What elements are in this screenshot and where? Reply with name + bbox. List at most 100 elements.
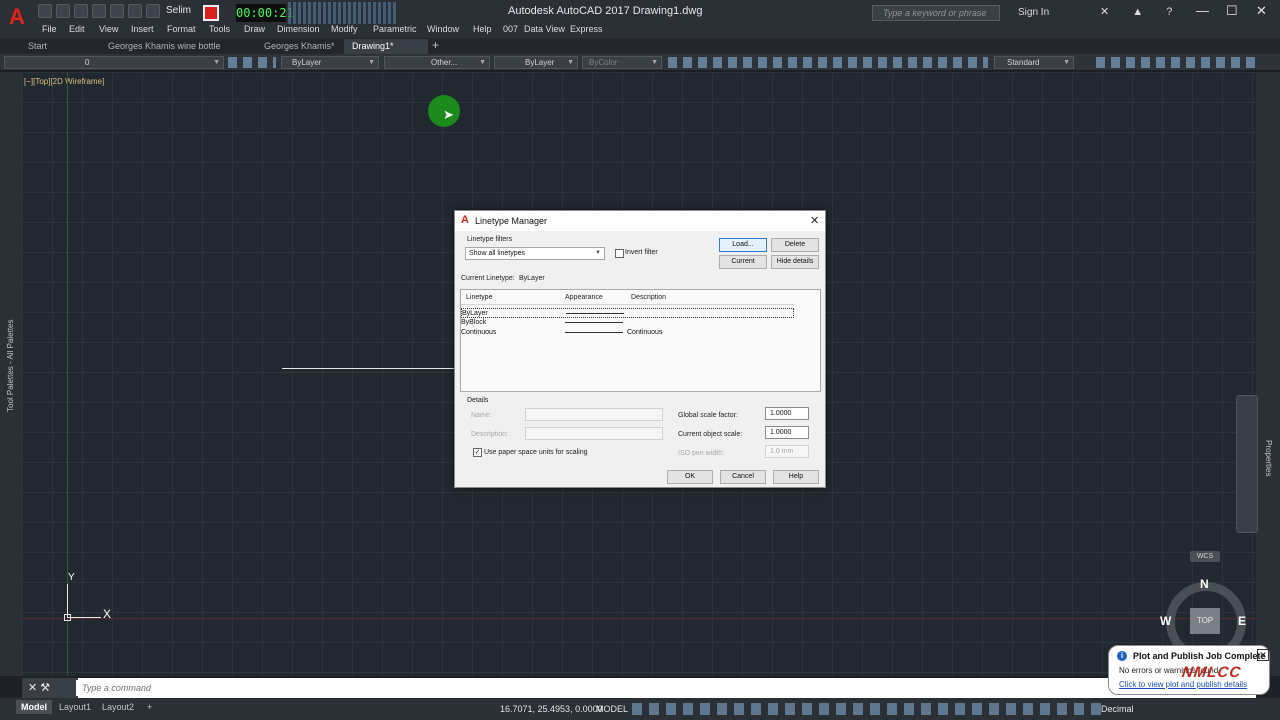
- mouse-pointer-icon: ➤: [443, 107, 454, 122]
- cancel-button[interactable]: Cancel: [720, 470, 766, 484]
- lineweight-dropdown[interactable]: ByLayer ▼: [494, 56, 578, 69]
- tool-palettes-label: Tool Palettes - All Palettes: [6, 319, 15, 413]
- tool-palettes-strip[interactable]: Tool Palettes - All Palettes: [0, 72, 22, 676]
- viewcube-top-face[interactable]: TOP: [1190, 608, 1220, 634]
- menu-format[interactable]: Format: [167, 24, 196, 34]
- notification-link[interactable]: Click to view plot and publish details: [1119, 680, 1247, 689]
- viewport-controls-label[interactable]: [−][Top][2D Wireframe]: [24, 77, 104, 86]
- plotstyle-value: ByColor: [589, 58, 618, 67]
- plotstyle-dropdown[interactable]: ByColor ▼: [582, 56, 662, 69]
- menu-express[interactable]: Express: [570, 24, 603, 34]
- save-icon[interactable]: [74, 4, 88, 18]
- close-icon[interactable]: ✕: [28, 682, 37, 694]
- wcs-menu[interactable]: WCS: [1190, 551, 1220, 562]
- tab-drawing1[interactable]: Drawing1*: [344, 39, 428, 54]
- undo-icon[interactable]: [128, 4, 142, 18]
- units-selector[interactable]: Decimal: [1101, 704, 1134, 714]
- record-stop-button[interactable]: [203, 5, 219, 21]
- pen-width-select: 1.0 mm: [765, 445, 809, 458]
- global-scale-field[interactable]: 1.0000: [765, 407, 809, 420]
- linetype-manager-dialog: A Linetype Manager ✕ Linetype filters Sh…: [454, 210, 826, 488]
- column-linetype[interactable]: Linetype: [466, 294, 492, 301]
- close-button[interactable]: ✕: [1256, 3, 1267, 19]
- menu-007[interactable]: 007: [503, 24, 518, 34]
- paper-space-units-checkbox[interactable]: ✓: [473, 448, 482, 457]
- new-icon[interactable]: [38, 4, 52, 18]
- annotation-icons[interactable]: [1096, 57, 1261, 68]
- add-layout-button[interactable]: +: [142, 700, 157, 714]
- menu-parametric[interactable]: Parametric: [373, 24, 417, 34]
- hide-details-button[interactable]: Hide details: [771, 255, 819, 269]
- compass-west[interactable]: W: [1160, 614, 1171, 628]
- new-tab-button[interactable]: +: [432, 38, 439, 52]
- menu-draw[interactable]: Draw: [244, 24, 265, 34]
- menu-tools[interactable]: Tools: [209, 24, 230, 34]
- compass-north[interactable]: N: [1200, 577, 1209, 591]
- tab-wine-bottle-shelves[interactable]: Georges Khamis wine bottle shelves*: [100, 39, 255, 65]
- draw-modify-icons[interactable]: [668, 57, 988, 68]
- compass-east[interactable]: E: [1238, 614, 1246, 628]
- column-description[interactable]: Description: [631, 294, 666, 301]
- name-label: Name:: [471, 412, 492, 419]
- close-icon[interactable]: ✕: [810, 214, 819, 227]
- save-as-icon[interactable]: [92, 4, 106, 18]
- properties-toolbar: 0 ▼ ByLayer ▼ Other... ▼ ByLayer ▼ ByColor ▼ …: [0, 54, 1280, 71]
- layer-tools-icons[interactable]: [228, 57, 276, 68]
- help-button[interactable]: Help: [773, 470, 819, 484]
- minimize-button[interactable]: —: [1196, 3, 1209, 18]
- layout-tab-model[interactable]: Model: [16, 700, 52, 714]
- linetype-dropdown[interactable]: Other... ▼: [384, 56, 490, 69]
- linetype-name: ByBlock: [461, 319, 487, 326]
- menu-data-view[interactable]: Data View: [524, 24, 565, 34]
- properties-strip[interactable]: Properties: [1256, 72, 1280, 676]
- current-button[interactable]: Current: [719, 255, 767, 269]
- wrench-icon[interactable]: ⚒: [40, 682, 50, 694]
- menu-help[interactable]: Help: [473, 24, 492, 34]
- user-button[interactable]: Selim: [166, 5, 191, 16]
- open-icon[interactable]: [56, 4, 70, 18]
- linetype-filter-select[interactable]: Show all linetypes ▼: [465, 247, 605, 260]
- ok-button[interactable]: OK: [667, 470, 713, 484]
- list-item[interactable]: ByLayer: [461, 308, 794, 318]
- menu-insert[interactable]: Insert: [131, 24, 154, 34]
- list-item[interactable]: Continuous Continuous: [461, 328, 794, 338]
- menu-dimension[interactable]: Dimension: [277, 24, 320, 34]
- model-space-toggle[interactable]: MODEL: [596, 704, 628, 714]
- command-line-controls[interactable]: ✕ ⚒: [22, 678, 78, 698]
- invert-filter-checkbox[interactable]: [615, 249, 624, 258]
- exchange-icons[interactable]: ✕ ▲ ?: [1100, 5, 1182, 18]
- layout-tab-layout1[interactable]: Layout1: [54, 700, 96, 714]
- menu-window[interactable]: Window: [427, 24, 459, 34]
- menu-file[interactable]: File: [42, 24, 57, 34]
- sign-in-link[interactable]: Sign In: [1018, 7, 1049, 18]
- menu-edit[interactable]: Edit: [69, 24, 85, 34]
- list-item[interactable]: ByBlock: [461, 318, 794, 328]
- color-dropdown[interactable]: ByLayer ▼: [281, 56, 379, 69]
- load-button[interactable]: Load...: [719, 238, 767, 252]
- tab-georges-khamis[interactable]: Georges Khamis*: [256, 39, 344, 54]
- text-style-dropdown[interactable]: Standard ▼: [994, 56, 1074, 69]
- linetype-list[interactable]: Linetype Appearance Description ByLayer …: [460, 289, 821, 392]
- menu-view[interactable]: View: [99, 24, 118, 34]
- column-appearance[interactable]: Appearance: [565, 294, 603, 301]
- search-input[interactable]: Type a keyword or phrase: [872, 5, 1000, 21]
- ucs-y-label: Y: [68, 572, 75, 583]
- maximize-button[interactable]: ☐: [1226, 3, 1238, 19]
- menu-modify[interactable]: Modify: [331, 24, 358, 34]
- menu-bar: File Edit View Insert Format Tools Draw …: [0, 24, 1280, 38]
- object-scale-field[interactable]: 1.0000: [765, 426, 809, 439]
- tab-start[interactable]: Start: [20, 39, 98, 54]
- delete-button[interactable]: Delete: [771, 238, 819, 252]
- navigation-bar[interactable]: [1236, 395, 1258, 533]
- close-icon[interactable]: ✕: [1257, 649, 1269, 661]
- layer-dropdown[interactable]: 0 ▼: [4, 56, 224, 69]
- redo-icon[interactable]: [146, 4, 160, 18]
- filter-value: Show all linetypes: [469, 250, 526, 257]
- color-value: ByLayer: [292, 58, 322, 67]
- dialog-title: Linetype Manager: [475, 216, 548, 226]
- current-linetype-value: ByLayer: [519, 275, 545, 282]
- drafting-status-icons[interactable]: [632, 703, 1102, 715]
- layout-tab-layout2[interactable]: Layout2: [97, 700, 139, 714]
- command-input[interactable]: [76, 680, 1056, 696]
- plot-icon[interactable]: [110, 4, 124, 18]
